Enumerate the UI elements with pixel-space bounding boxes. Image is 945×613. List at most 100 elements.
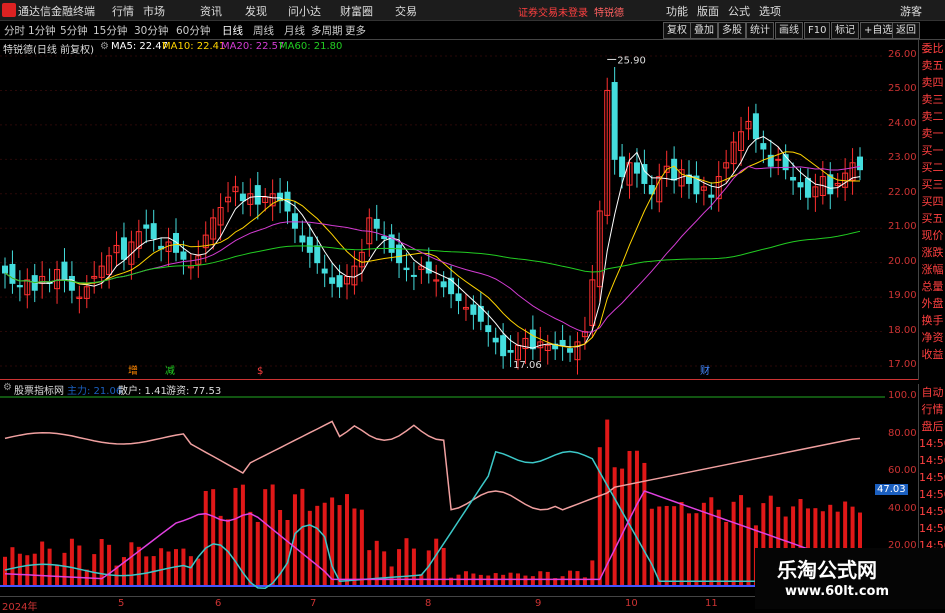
- btn-multistock[interactable]: 多股: [718, 22, 746, 39]
- side-panel-item[interactable]: 买四: [919, 193, 945, 210]
- menu-options[interactable]: 选项: [759, 3, 781, 19]
- side-panel-item[interactable]: 涨幅: [919, 261, 945, 278]
- candle-body: [373, 218, 380, 229]
- indicator-bar: [233, 487, 238, 585]
- period-30min[interactable]: 30分钟: [134, 23, 168, 38]
- side-panel-item[interactable]: 现价: [919, 227, 945, 244]
- btn-f10[interactable]: F10: [804, 22, 831, 39]
- side-panel-item[interactable]: 净资: [919, 329, 945, 346]
- indicator-bar: [62, 552, 67, 585]
- indicator-bar: [47, 548, 52, 585]
- indicator-bar: [590, 560, 595, 585]
- side-panel-item[interactable]: 换手: [919, 312, 945, 329]
- settings-gear-icon[interactable]: ⚙: [100, 41, 109, 52]
- price-tick-label: 26.00: [888, 49, 917, 60]
- side-panel2-item[interactable]: 14:50: [919, 435, 945, 452]
- indicator-bar: [337, 505, 342, 585]
- price-tick-label: 21.00: [888, 221, 917, 233]
- period-60min[interactable]: 60分钟: [176, 23, 210, 38]
- indicator-bar: [144, 556, 149, 585]
- menu-formula[interactable]: 公式: [728, 3, 750, 19]
- side-panel-item[interactable]: 卖四: [919, 74, 945, 91]
- indicator-bar: [575, 571, 580, 585]
- btn-back[interactable]: 返回: [892, 22, 920, 39]
- date-tick-label: 5: [118, 598, 125, 609]
- menu-wealth[interactable]: 财富圈: [340, 3, 373, 19]
- side-panel-item[interactable]: 收益: [919, 346, 945, 363]
- side-panel2-item[interactable]: 行情: [919, 401, 945, 418]
- period-weekly[interactable]: 周线: [253, 23, 274, 38]
- indicator-bar: [40, 541, 45, 585]
- side-panel-item[interactable]: 总量: [919, 278, 945, 295]
- side-panel-item[interactable]: 买五: [919, 210, 945, 227]
- period-fenshi[interactable]: 分时: [4, 23, 25, 38]
- ma20-label: MA20: 22.57: [221, 41, 285, 52]
- price-tick-label: 22.00: [888, 186, 917, 198]
- menu-market[interactable]: 市场: [143, 3, 165, 19]
- quote-side-panel[interactable]: 委比 卖五 卖四 卖三 卖二 卖一 买一 买二 买三 买四 买五 现价 涨跌 涨幅 总量 外盘 换手 净资 收益: [918, 40, 945, 380]
- side-panel2-item[interactable]: 14:50: [919, 520, 945, 537]
- menu-trade[interactable]: 交易: [395, 3, 417, 19]
- menu-quotes[interactable]: 行情: [112, 3, 134, 19]
- indicator-bar: [359, 509, 364, 585]
- period-5min[interactable]: 5分钟: [60, 23, 88, 38]
- date-tick-label: 11: [705, 598, 718, 609]
- candle-body: [425, 261, 432, 274]
- side-panel-item[interactable]: 卖一: [919, 125, 945, 142]
- indicator-bar: [716, 509, 721, 585]
- side-panel2-item[interactable]: 14:50: [919, 486, 945, 503]
- indicator-bar: [196, 558, 201, 585]
- menu-ask[interactable]: 问小达: [288, 3, 321, 19]
- candle-body: [314, 245, 321, 264]
- period-monthly[interactable]: 月线: [284, 23, 305, 38]
- guest-label[interactable]: 游客: [900, 3, 922, 19]
- indicator-bar: [211, 489, 216, 585]
- login-warning[interactable]: 证券交易未登录: [518, 4, 588, 19]
- indicator-gear-icon[interactable]: ⚙: [3, 382, 12, 393]
- menu-layout[interactable]: 版面: [697, 3, 719, 19]
- side-panel-item[interactable]: 卖三: [919, 91, 945, 108]
- indicator-bar: [203, 490, 208, 585]
- btn-fuquan[interactable]: 复权: [663, 22, 691, 39]
- menu-functions[interactable]: 功能: [666, 3, 688, 19]
- period-15min[interactable]: 15分钟: [93, 23, 127, 38]
- period-daily[interactable]: 日线: [222, 23, 243, 38]
- indicator-bar: [10, 547, 15, 585]
- indicator-bar: [315, 505, 320, 585]
- side-panel2-item[interactable]: 14:50: [919, 452, 945, 469]
- indicator-bar: [345, 494, 349, 585]
- period-1min[interactable]: 1分钟: [28, 23, 56, 38]
- candle-body: [150, 223, 157, 240]
- indicator-chart[interactable]: [0, 395, 885, 595]
- side-panel-item[interactable]: 买一: [919, 142, 945, 159]
- side-panel2-item[interactable]: 14:50: [919, 503, 945, 520]
- event-marker: 减: [165, 365, 175, 377]
- side-panel-item[interactable]: 外盘: [919, 295, 945, 312]
- watermark-title: 乐淘公式网: [777, 558, 877, 582]
- side-panel2-item[interactable]: 盘后: [919, 418, 945, 435]
- btn-mark[interactable]: 标记: [831, 22, 859, 39]
- side-panel-item[interactable]: 卖五: [919, 57, 945, 74]
- candle-body: [410, 274, 417, 277]
- menu-news[interactable]: 资讯: [200, 3, 222, 19]
- period-multi[interactable]: 多周期: [311, 23, 343, 38]
- side-panel-item[interactable]: 涨跌: [919, 244, 945, 261]
- period-more[interactable]: 更多: [345, 23, 366, 38]
- btn-draw[interactable]: 画线: [775, 22, 803, 39]
- btn-add-watch[interactable]: +自选: [860, 22, 897, 39]
- btn-overlay[interactable]: 叠加: [690, 22, 718, 39]
- kline-chart[interactable]: 25.90 17.06 增 减 $ 财: [0, 54, 885, 380]
- side-panel-item[interactable]: 买二: [919, 159, 945, 176]
- watermark: 乐淘公式网 www.60lt.com: [755, 548, 945, 609]
- indicator-bar: [612, 467, 617, 585]
- menu-discover[interactable]: 发现: [245, 3, 267, 19]
- side-panel-item[interactable]: 委比: [919, 40, 945, 57]
- date-tick-label: 8: [425, 598, 432, 609]
- date-tick-label: 6: [215, 598, 222, 609]
- side-panel-item[interactable]: 卖二: [919, 108, 945, 125]
- btn-stats[interactable]: 统计: [746, 22, 774, 39]
- side-panel2-item[interactable]: 14:50: [919, 469, 945, 486]
- side-panel-item[interactable]: 买三: [919, 176, 945, 193]
- candle-body: [559, 339, 566, 346]
- side-panel2-item[interactable]: 自动: [919, 384, 945, 401]
